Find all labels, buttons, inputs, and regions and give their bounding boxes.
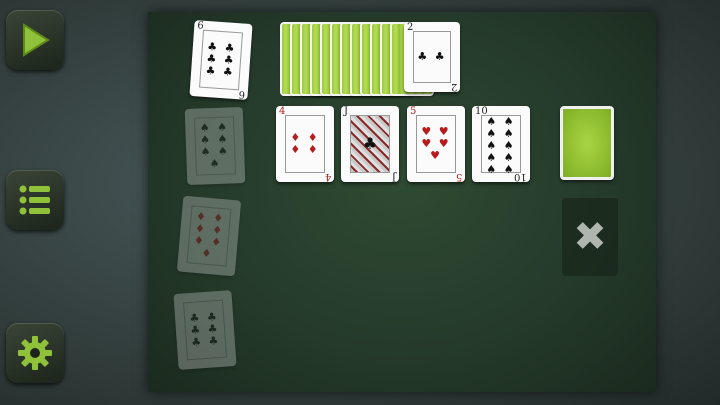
card-rank: 6	[237, 88, 246, 100]
row-card-4[interactable]: 10 ♠ ♠ ♠ ♠ ♠ ♠ ♠ ♠ ♠ ♠ 10	[472, 106, 530, 182]
card-pips: ♣ ♣ ♣ ♣ ♣ ♣	[199, 29, 243, 91]
card-rank: 4	[324, 171, 331, 182]
row-card-2[interactable]: J ♣ J	[341, 106, 399, 182]
row-card-1[interactable]: 4 ♦ ♦ ♦ ♦ 4	[276, 106, 334, 182]
settings-button[interactable]	[6, 323, 64, 383]
play-icon	[23, 23, 50, 57]
card-pips: ♥ ♥ ♥ ♥ ♥	[416, 115, 456, 173]
close-icon: ✖	[573, 214, 607, 260]
card-pips: ♣ ♣ ♣ ♣ ♣ ♣	[183, 299, 227, 361]
card-pips: ♦ ♦ ♦ ♦	[285, 115, 325, 173]
card-pips: ♦ ♦ ♦ ♦ ♦ ♦ ♦	[186, 205, 232, 267]
card-rank: 5	[455, 171, 462, 182]
waste-card[interactable]: 6 ♣ ♣ ♣ ♣ ♣ ♣ 6	[189, 20, 253, 100]
play-button[interactable]	[6, 10, 64, 70]
menu-button[interactable]	[6, 170, 64, 230]
card-pips: ♣ ♣	[413, 31, 451, 83]
card-rank: J	[391, 171, 396, 182]
card-pips: ♠ ♠ ♠ ♠ ♠ ♠ ♠	[194, 116, 236, 176]
ghost-card: ♠ ♠ ♠ ♠ ♠ ♠ ♠	[184, 107, 246, 185]
fan-top-card[interactable]: 2 ♣ ♣ 2	[404, 22, 460, 92]
gear-icon	[18, 336, 52, 370]
ghost-card: ♣ ♣ ♣ ♣ ♣ ♣	[173, 290, 237, 370]
discard-slot[interactable]: ✖	[562, 198, 618, 276]
card-pips: ♣	[350, 115, 390, 173]
card-rank: J	[344, 106, 349, 117]
row-card-3[interactable]: 5 ♥ ♥ ♥ ♥ ♥ 5	[407, 106, 465, 182]
stock-pile[interactable]	[560, 106, 614, 180]
ghost-card: ♦ ♦ ♦ ♦ ♦ ♦ ♦	[176, 195, 242, 277]
card-rank: 10	[514, 171, 527, 182]
menu-icon	[19, 185, 50, 215]
card-pips: ♠ ♠ ♠ ♠ ♠ ♠ ♠ ♠ ♠ ♠	[481, 115, 521, 176]
card-rank: 2	[450, 81, 457, 92]
